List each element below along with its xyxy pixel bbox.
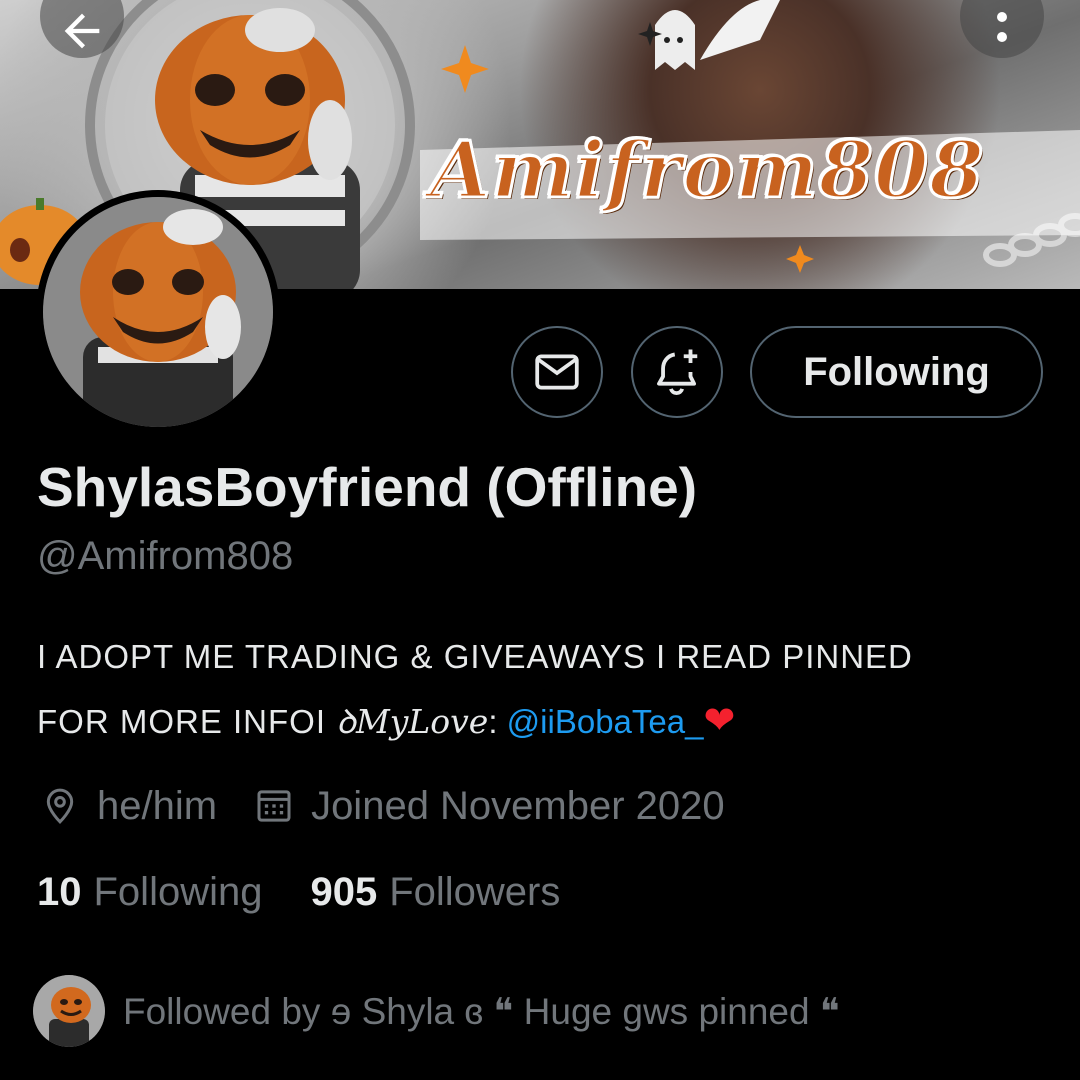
follow-stats: 10 Following 905 Followers [37, 870, 608, 915]
followed-by-row[interactable]: Followed by ɘ Shyla ɞ ❝ Huge gws pinned … [33, 975, 840, 1047]
more-vertical-icon [997, 12, 1007, 42]
bio-colon: : [488, 703, 507, 740]
mail-icon [535, 354, 579, 390]
pronouns-text: he/him [97, 783, 218, 828]
followers-stat-link[interactable]: 905 Followers [310, 870, 560, 915]
bio-mylove-text: ꝺMyLove [336, 702, 489, 741]
followers-count: 905 [310, 870, 378, 914]
calendar-icon [251, 783, 297, 829]
joined-date: Joined November 2020 [311, 783, 725, 828]
arrow-left-icon [64, 13, 100, 49]
followers-label: Followers [389, 870, 561, 914]
bio-mention-link[interactable]: @iiBobaTea_ [507, 703, 704, 740]
bio-line-2: FOR MORE INFOI ꝺMyLove: @iiBobaTea_❤ [37, 689, 1047, 754]
following-label: Following [93, 870, 263, 914]
bio-line-2-text: FOR MORE INFOI [37, 703, 337, 740]
user-handle: @Amifrom808 [37, 534, 294, 578]
followed-by-text: Followed by ɘ Shyla ɞ ❝ Huge gws pinned … [123, 990, 840, 1032]
message-button[interactable] [511, 326, 603, 418]
heart-icon: ❤ [703, 700, 736, 742]
following-stat-link[interactable]: 10 Following [37, 870, 262, 915]
profile-meta: he/him Joined November 2020 [37, 778, 725, 834]
location-pin-icon [37, 783, 83, 829]
follower-avatar [33, 975, 105, 1047]
avatar-image [43, 197, 273, 427]
following-button[interactable]: Following [750, 326, 1043, 418]
bell-plus-icon [657, 349, 698, 396]
banner-logo-text: Amifrom808 [429, 124, 986, 218]
display-name: ShylasBoyfriend (Offline) [37, 456, 698, 518]
notifications-button[interactable] [631, 326, 723, 418]
bio-line-1: I ADOPT ME TRADING & GIVEAWAYS I READ PI… [37, 638, 913, 675]
following-count: 10 [37, 870, 82, 914]
profile-bio: I ADOPT ME TRADING & GIVEAWAYS I READ PI… [37, 625, 1047, 754]
profile-avatar[interactable] [36, 190, 280, 434]
